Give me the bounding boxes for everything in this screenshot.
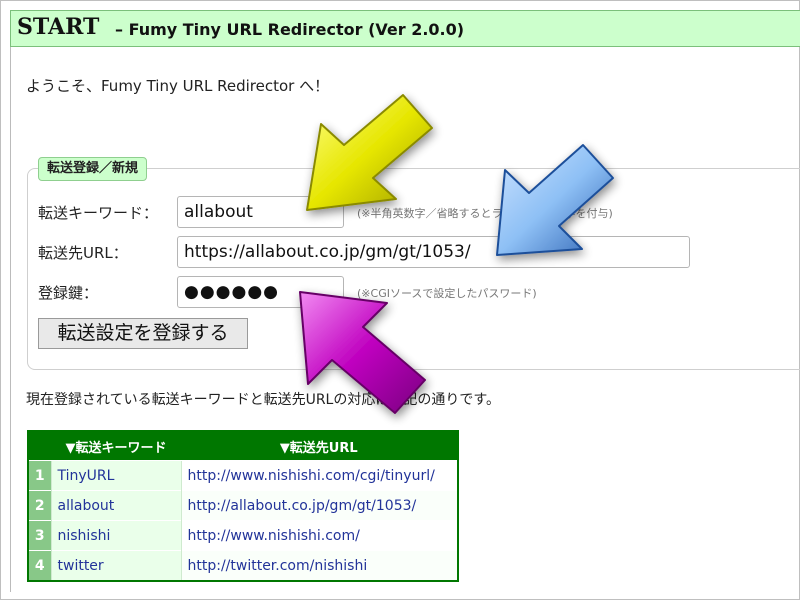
row-number: 4 [28,550,51,581]
page-header: START – Fumy Tiny URL Redirector (Ver 2.… [10,10,800,47]
url-cell[interactable]: http://twitter.com/nishishi [180,550,458,581]
column-header-number [28,431,51,461]
table-row: 2 allabout http://allabout.co.jp/gm/gt/1… [28,490,458,521]
keyword-cell[interactable]: nishishi [50,520,181,551]
url-cell[interactable]: http://www.nishishi.com/cgi/tinyurl/ [180,460,458,491]
column-header-keyword: ▼転送キーワード [51,431,181,461]
keyword-input[interactable]: allabout [177,196,344,228]
key-hint: (※CGIソースで設定したパスワード) [357,287,537,300]
start-label: START [17,14,100,40]
column-header-url: ▼転送先URL [181,431,458,461]
url-cell[interactable]: http://www.nishishi.com/ [180,520,458,551]
table-row: 4 twitter http://twitter.com/nishishi [28,550,458,581]
register-legend: 転送登録／新規 [38,157,148,181]
key-label: 登録鍵： [38,284,99,302]
url-input[interactable]: https://allabout.co.jp/gm/gt/1053/ [177,236,690,268]
row-number: 3 [28,520,51,551]
table-description: 現在登録されている転送キーワードと転送先URLの対応は下記の通りです。 [26,392,500,408]
table-header-row: ▼転送キーワード ▼転送先URL [28,431,458,461]
url-cell[interactable]: http://allabout.co.jp/gm/gt/1053/ [180,490,458,521]
redirect-table: ▼転送キーワード ▼転送先URL 1 TinyURL http://www.ni… [27,430,459,582]
row-number: 1 [28,460,51,491]
keyword-hint: (※半角英数字／省略するとランダムな8文字を付与) [357,207,613,220]
keyword-label: 転送キーワード： [38,204,159,222]
password-input[interactable]: ●●●●●● [177,276,344,308]
row-number: 2 [28,490,51,521]
content-border [10,47,11,592]
keyword-cell[interactable]: twitter [50,550,181,581]
table-row: 1 TinyURL http://www.nishishi.com/cgi/ti… [28,460,458,491]
keyword-cell[interactable]: TinyURL [50,460,181,491]
keyword-cell[interactable]: allabout [50,490,181,521]
welcome-message: ようこそ、Fumy Tiny URL Redirector へ！ [26,77,330,95]
app-title: – Fumy Tiny URL Redirector (Ver 2.0.0) [115,20,465,39]
register-button[interactable]: 転送設定を登録する [38,318,248,349]
table-row: 3 nishishi http://www.nishishi.com/ [28,520,458,551]
url-label: 転送先URL： [38,244,128,262]
